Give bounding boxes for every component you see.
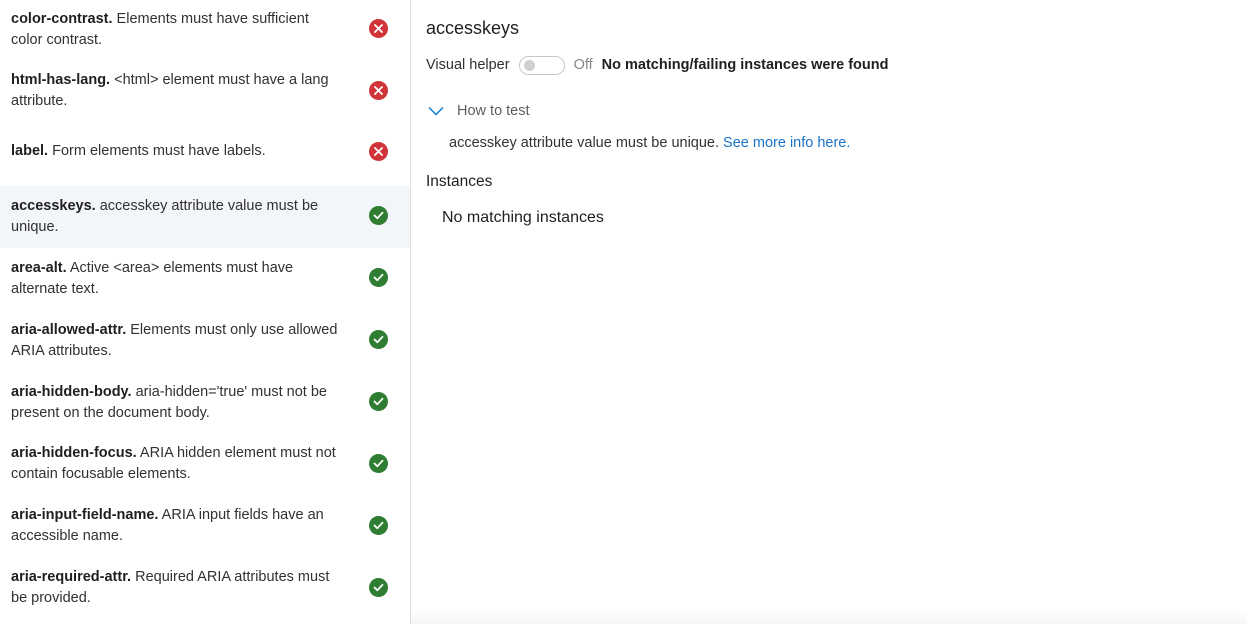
rules-list: color-contrast. Elements must have suffi… [0, 0, 411, 624]
rule-item-label[interactable]: label. Form elements must have labels. [0, 124, 410, 186]
rule-id: html-has-lang. [11, 72, 111, 88]
pass-icon [369, 268, 388, 287]
rule-item-html-has-lang[interactable]: html-has-lang. <html> element must have … [0, 62, 410, 124]
rule-id: aria-hidden-body. [11, 384, 132, 400]
rule-id: label. [11, 143, 49, 159]
pass-icon [369, 330, 388, 349]
how-to-test-description: accesskey attribute value must be unique… [449, 135, 850, 151]
rule-description: Form elements must have labels. [52, 143, 266, 159]
rule-item-aria-required-attr[interactable]: aria-required-attr. Required ARIA attrib… [0, 558, 410, 620]
fail-icon [369, 19, 388, 38]
visual-helper-toggle[interactable] [518, 55, 565, 75]
bottom-shadow [411, 608, 1247, 624]
rule-id: aria-required-attr. [11, 569, 132, 585]
rule-item-aria-input-field-name[interactable]: aria-input-field-name. ARIA input fields… [0, 496, 410, 558]
toggle-state: Off [573, 57, 593, 73]
chevron-down-icon [428, 107, 444, 116]
rule-item-color-contrast[interactable]: color-contrast. Elements must have suffi… [0, 0, 410, 62]
visual-helper-row: Visual helper Off No matching/failing in… [426, 55, 888, 75]
toggle-knob [523, 59, 535, 71]
rule-detail-pane: accesskeys Visual helper Off No matching… [411, 0, 1247, 624]
helper-message: No matching/failing instances were found [601, 57, 889, 73]
instances-heading: Instances [426, 173, 493, 190]
how-to-test-toggle[interactable]: How to test [428, 103, 530, 119]
visual-helper-label: Visual helper [426, 57, 510, 73]
rule-item-aria-allowed-attr[interactable]: aria-allowed-attr. Elements must only us… [0, 310, 410, 372]
rule-item-aria-hidden-body[interactable]: aria-hidden-body. aria-hidden='true' mus… [0, 372, 410, 434]
rule-id: accesskeys. [11, 198, 96, 214]
fail-icon [369, 142, 388, 161]
detail-title: accesskeys [426, 18, 520, 38]
fail-icon [369, 81, 388, 100]
pass-icon [369, 392, 388, 411]
pass-icon [369, 578, 388, 597]
pass-icon [369, 516, 388, 535]
more-info-link[interactable]: See more info here. [723, 135, 850, 151]
how-to-test-label: How to test [457, 103, 530, 119]
rule-id: aria-hidden-focus. [11, 445, 137, 461]
rule-id: aria-input-field-name. [11, 507, 159, 523]
pass-icon [369, 454, 388, 473]
rule-id: area-alt. [11, 260, 67, 276]
rule-item-area-alt[interactable]: area-alt. Active <area> elements must ha… [0, 248, 410, 310]
rule-id: color-contrast. [11, 11, 113, 27]
rule-id: aria-allowed-attr. [11, 322, 127, 338]
no-instances-message: No matching instances [442, 209, 604, 226]
pass-icon [369, 206, 388, 225]
rule-item-aria-hidden-focus[interactable]: aria-hidden-focus. ARIA hidden element m… [0, 434, 410, 496]
rule-item-accesskeys[interactable]: accesskeys. accesskey attribute value mu… [0, 186, 410, 248]
how-to-test-text: accesskey attribute value must be unique… [449, 135, 720, 151]
